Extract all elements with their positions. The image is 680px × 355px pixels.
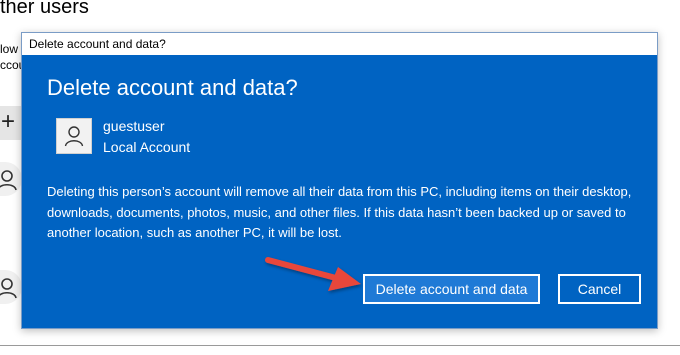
delete-account-and-data-button[interactable]: Delete account and data [363,274,540,304]
user-list-item[interactable] [0,270,22,304]
account-type: Local Account [103,139,191,155]
plus-icon: + [1,108,16,135]
cancel-button[interactable]: Cancel [558,274,641,304]
settings-description-line: low [0,42,19,56]
settings-page-heading: ther users [0,0,89,18]
dialog-titlebar: Delete account and data? [22,33,657,55]
person-icon [64,126,84,147]
account-avatar [56,118,92,154]
person-icon [0,278,17,299]
dialog-heading: Delete account and data? [47,75,298,100]
annotation-arrow-icon [265,257,361,291]
person-icon [0,170,17,191]
add-user-button[interactable]: + [0,106,22,140]
page-divider [0,345,680,346]
account-name: guestuser [103,118,165,134]
user-list-item[interactable] [0,162,22,196]
dialog-message: Deleting this person’s account will remo… [47,184,632,240]
